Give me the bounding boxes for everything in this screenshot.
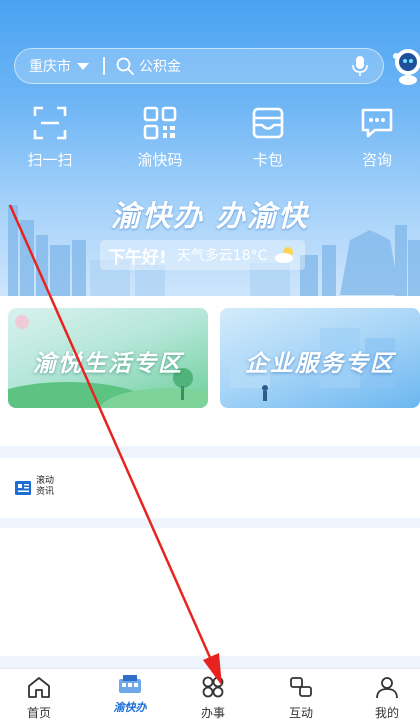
content-area <box>0 528 420 656</box>
search-icon <box>116 57 134 75</box>
nav-label: 互动 <box>288 706 313 720</box>
news-icon <box>15 481 31 495</box>
user-icon <box>376 677 398 699</box>
zone-life-services[interactable]: 渝悦生活专区 <box>8 308 208 408</box>
news-section[interactable]: 滚动资讯 <box>0 458 420 518</box>
microphone-icon[interactable] <box>351 55 369 77</box>
section-divider <box>0 656 420 668</box>
banner-slogan: 渝快办 办渝快 <box>110 199 310 233</box>
nav-mine[interactable]: 我的 <box>352 675 420 721</box>
quick-action-consult[interactable]: 咨询 <box>337 105 417 170</box>
weather-text: 天气多云18°C <box>176 248 268 264</box>
nav-label: 首页 <box>26 706 51 720</box>
zone-life-label: 渝悦生活专区 <box>33 350 183 377</box>
greeting-text: 下午好! <box>108 247 167 268</box>
quick-action-label: 扫一扫 <box>27 151 73 169</box>
scan-icon <box>33 106 67 140</box>
quick-action-label: 咨询 <box>361 151 392 169</box>
yukuaiban-logo-icon <box>119 675 141 693</box>
home-icon <box>28 677 50 698</box>
nav-yukuaiban[interactable]: 渝快办 <box>100 673 160 715</box>
city-selector[interactable]: 重庆市 <box>15 56 89 76</box>
news-label: 滚动资讯 <box>36 476 55 497</box>
quick-action-label: 渝快码 <box>137 151 183 169</box>
quick-action-qrcode[interactable]: 渝快码 <box>120 105 200 170</box>
nav-home[interactable]: 首页 <box>4 675 74 721</box>
quick-actions-row: 扫一扫 渝快码 卡包 咨询 <box>0 105 420 175</box>
quick-action-scan[interactable]: 扫一扫 <box>10 105 90 170</box>
chat-icon <box>361 108 393 138</box>
section-divider <box>0 518 420 528</box>
nav-affairs[interactable]: 办事 <box>178 675 248 721</box>
city-label: 重庆市 <box>29 59 71 75</box>
assistant-robot-icon[interactable] <box>388 46 420 86</box>
quick-action-label: 卡包 <box>252 151 283 169</box>
search-divider <box>103 57 105 75</box>
qrcode-icon <box>143 106 177 140</box>
nav-logo-text: 渝快办 <box>113 701 147 714</box>
header-banner: 重庆市 公积金 扫一扫 渝快码 卡包 咨询 渝快办 办渝快 下午好! 天气多云1… <box>0 0 420 300</box>
wallet-icon <box>252 107 284 139</box>
nav-label: 办事 <box>200 706 225 720</box>
nav-label: 我的 <box>374 706 399 720</box>
zone-enterprise-label: 企业服务专区 <box>245 350 395 377</box>
bottom-navigation: 首页 渝快办 办事 互动 我的 <box>0 668 420 721</box>
interact-icon <box>290 677 312 697</box>
caret-down-icon <box>77 62 89 70</box>
cloud-sun-icon <box>275 247 294 263</box>
nav-interact[interactable]: 互动 <box>266 675 336 721</box>
zone-enterprise-services[interactable]: 企业服务专区 <box>220 308 420 408</box>
search-input[interactable]: 公积金 <box>139 56 351 76</box>
greeting-weather-bar: 下午好! 天气多云18°C <box>100 240 306 270</box>
search-bar[interactable]: 重庆市 公积金 <box>14 48 384 84</box>
service-zones-card: 渝悦生活专区 企业服务专区 <box>0 296 420 446</box>
quick-action-wallet[interactable]: 卡包 <box>228 105 308 170</box>
grid-icon <box>202 676 224 698</box>
section-divider <box>0 446 420 458</box>
